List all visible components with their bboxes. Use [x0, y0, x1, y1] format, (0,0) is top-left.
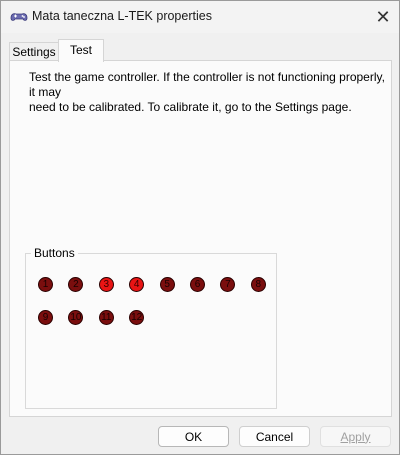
buttons-group-label: Buttons [31, 246, 78, 260]
apply-button[interactable]: Apply [320, 426, 391, 447]
tab-test[interactable]: Test [58, 39, 104, 62]
button-indicator-11: 11 [98, 310, 114, 325]
button-indicator-8: 8 [250, 277, 266, 292]
button-indicator-3: 3 [98, 277, 114, 292]
button-indicator-6: 6 [190, 277, 205, 292]
buttons-groupbox: Buttons 1 2 3 4 5 6 7 8 9 10 11 12 [25, 246, 277, 409]
close-button[interactable]: ✕ [367, 1, 399, 33]
button-indicator-4: 4 [129, 277, 145, 292]
button-indicator-10: 10 [68, 310, 84, 325]
test-description: Test the game controller. If the control… [29, 70, 385, 114]
test-tab-panel: Test the game controller. If the control… [9, 60, 392, 417]
title-bar[interactable]: Mata taneczna L-TEK properties ✕ [1, 1, 399, 33]
apply-label: Apply [340, 429, 371, 444]
cancel-button[interactable]: Cancel [239, 426, 310, 447]
game-controller-icon [10, 13, 28, 21]
button-indicator-2: 2 [68, 277, 84, 292]
button-indicator-12: 12 [129, 310, 145, 325]
button-indicator-5: 5 [159, 277, 175, 292]
window-title: Mata taneczna L-TEK properties [32, 9, 212, 23]
button-indicator-1: 1 [38, 277, 53, 292]
properties-window: Mata taneczna L-TEK properties ✕ Setting… [0, 0, 400, 455]
close-icon: ✕ [375, 6, 391, 27]
button-indicator-9: 9 [38, 310, 53, 325]
tab-settings[interactable]: Settings [9, 42, 59, 61]
ok-button[interactable]: OK [158, 426, 229, 447]
button-indicator-7: 7 [220, 277, 236, 292]
